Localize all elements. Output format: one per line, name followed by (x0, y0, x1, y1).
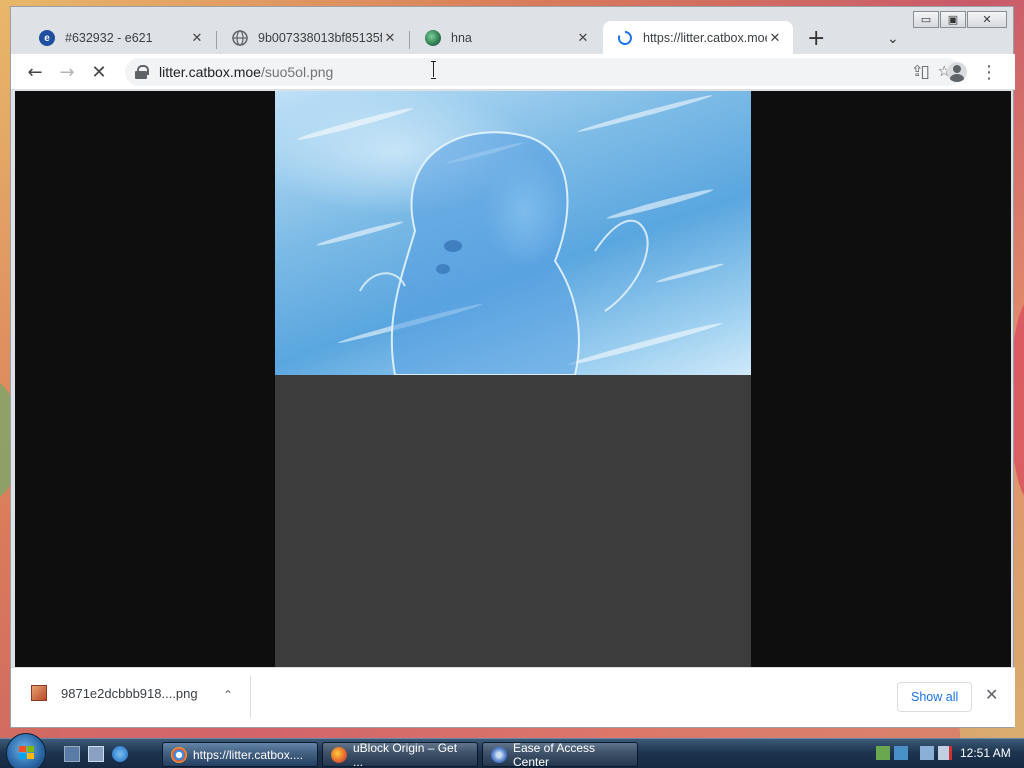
firefox-icon (331, 746, 347, 763)
tab-divider (409, 31, 410, 49)
text-cursor-icon (431, 61, 437, 79)
chrome-icon (171, 746, 187, 763)
tab-title: 9b007338013bf85135f7 (258, 31, 382, 45)
taskbar: https://litter.catbox.... uBlock Origin … (0, 733, 1024, 768)
tab-e621[interactable]: e #632932 - e621 ✕ (25, 21, 215, 55)
lock-icon[interactable] (135, 65, 149, 79)
tab-hash[interactable]: 9b007338013bf85135f7 ✕ (218, 21, 408, 55)
system-tray: 12:51 AM (870, 739, 1024, 768)
url-path: /suo5ol.png (260, 64, 334, 80)
image-file-icon (31, 685, 47, 701)
show-desktop-icon[interactable] (64, 746, 80, 762)
forward-button[interactable]: → (55, 60, 79, 84)
close-download-bar-icon[interactable]: ✕ (985, 685, 998, 704)
tray-app-icon[interactable] (894, 746, 908, 760)
new-tab-button[interactable]: + (807, 28, 825, 50)
url-host: litter.catbox.moe (159, 64, 261, 80)
tab-hna[interactable]: hna ✕ (411, 21, 601, 55)
taskbar-button-label: uBlock Origin – Get ... (353, 740, 458, 768)
internet-explorer-icon[interactable] (112, 746, 128, 762)
tab-title: hna (451, 31, 472, 45)
taskbar-button-label: https://litter.catbox.... (193, 747, 304, 762)
download-bar: 9871e2dcbbb918....png ⌃ Show all ✕ (11, 667, 1015, 727)
clock[interactable]: 12:51 AM (960, 746, 1011, 760)
side-panel-icon[interactable]: ▯ (913, 60, 937, 84)
loading-spinner-icon (617, 30, 633, 46)
tab-close-icon[interactable]: ✕ (189, 31, 205, 46)
tray-app-icon[interactable] (876, 746, 890, 760)
tab-title: https://litter.catbox.moe (643, 31, 767, 45)
download-filename: 9871e2dcbbb918....png (61, 685, 198, 701)
switch-windows-icon[interactable] (88, 746, 104, 762)
displayed-image[interactable] (275, 91, 751, 375)
tab-search-button[interactable]: ⌄ (887, 31, 899, 47)
back-button[interactable]: ← (23, 60, 47, 84)
taskbar-button-firefox[interactable]: uBlock Origin – Get ... (322, 740, 478, 768)
divider (250, 676, 251, 718)
page-content (15, 91, 1011, 667)
tab-title: #632932 - e621 (65, 31, 153, 45)
address-bar[interactable]: litter.catbox.moe/suo5ol.png ⇪ ☆ (125, 58, 961, 86)
windows-logo-icon (19, 746, 35, 760)
avatar-icon (947, 62, 967, 82)
network-icon[interactable] (920, 746, 934, 760)
tab-close-icon[interactable]: ✕ (575, 31, 591, 46)
taskbar-button-label: Ease of Access Center (513, 740, 596, 768)
globe-icon (232, 30, 248, 46)
show-all-button[interactable]: Show all (897, 682, 973, 712)
tab-close-icon[interactable]: ✕ (767, 31, 783, 46)
taskbar-button-ease-of-access[interactable]: Ease of Access Center (482, 740, 638, 768)
volume-muted-icon[interactable] (938, 746, 952, 760)
ease-of-access-icon (491, 746, 507, 763)
download-item[interactable]: 9871e2dcbbb918....png (31, 685, 198, 701)
tab-strip: e #632932 - e621 ✕ 9b007338013bf85135f7 … (11, 19, 1015, 55)
taskbar-button-chrome[interactable]: https://litter.catbox.... (162, 742, 318, 767)
tab-catbox-active[interactable]: https://litter.catbox.moe ✕ (603, 21, 793, 55)
stop-loading-button[interactable]: ✕ (87, 60, 111, 84)
tab-close-icon[interactable]: ✕ (382, 31, 398, 46)
menu-kebab-icon[interactable]: ⋮ (977, 60, 1001, 84)
image-viewer (275, 91, 751, 667)
chevron-up-icon[interactable]: ⌃ (223, 688, 233, 702)
earth-icon (425, 30, 441, 46)
e621-icon: e (39, 30, 55, 46)
tab-divider (216, 31, 217, 49)
start-button[interactable] (6, 733, 46, 768)
browser-toolbar: ← → ✕ litter.catbox.moe/suo5ol.png ⇪ ☆ ▯… (11, 54, 1015, 90)
profile-button[interactable] (945, 60, 969, 84)
browser-window: ▭ ▣ ✕ e #632932 - e621 ✕ 9b007338013bf85… (10, 6, 1015, 728)
